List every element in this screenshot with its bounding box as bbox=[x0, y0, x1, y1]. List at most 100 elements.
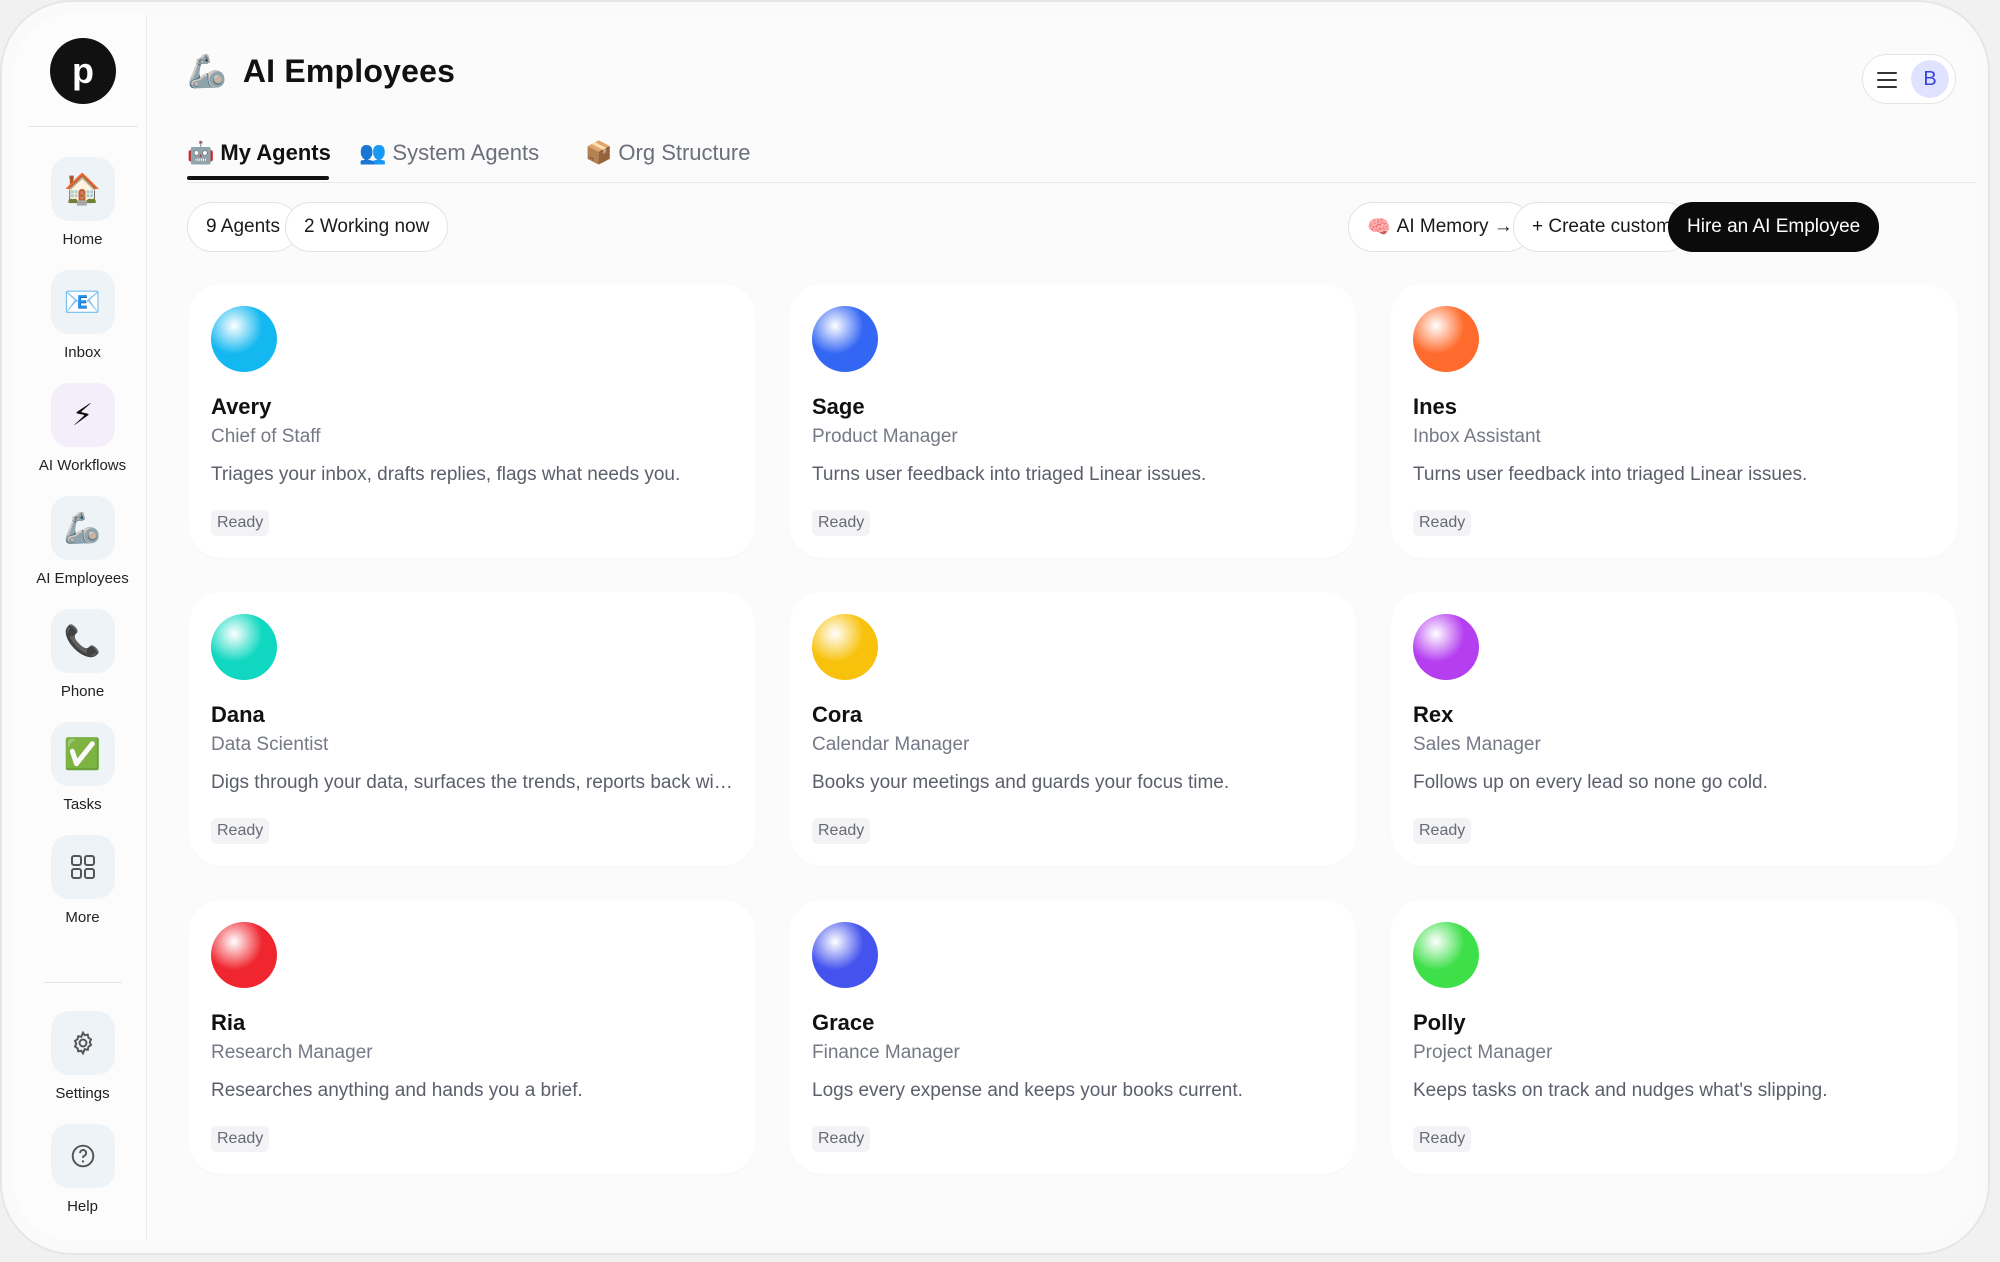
agent-description: Digs through your data, surfaces the tre… bbox=[211, 772, 736, 793]
agent-role: Inbox Assistant bbox=[1413, 426, 1541, 447]
agent-card[interactable]: Ines Inbox Assistant Turns user feedback i… bbox=[1391, 284, 1957, 558]
ai-memory-button[interactable]: 🧠 AI Memory → bbox=[1348, 202, 1532, 252]
agent-card[interactable]: Ria Research Manager Researches anything a… bbox=[189, 900, 755, 1174]
tab-org-structure[interactable]: 📦 Org Structure bbox=[585, 140, 750, 166]
people-icon: 👥 bbox=[359, 140, 387, 165]
sidebar-item-ai-employees[interactable]: 🦾 AI Employees bbox=[14, 496, 151, 587]
tab-bar: 🤖 My Agents 👥 System Agents 📦 Org Struct… bbox=[187, 126, 1976, 183]
sidebar-item-settings[interactable]: Settings bbox=[14, 1011, 151, 1102]
agent-name: Rex bbox=[1413, 702, 1454, 727]
tab-system-agents[interactable]: 👥 System Agents bbox=[359, 140, 539, 166]
agent-name: Cora bbox=[812, 702, 863, 727]
lightning-icon: ⚡ bbox=[50, 383, 115, 447]
agent-role: Calendar Manager bbox=[812, 734, 970, 755]
agent-role: Finance Manager bbox=[812, 1042, 960, 1063]
agent-orb-icon bbox=[1413, 922, 1479, 988]
agent-card[interactable]: Sage Product Manager Turns user feedback i… bbox=[790, 284, 1356, 558]
agent-card[interactable]: Grace Finance Manager Logs every expense a… bbox=[790, 900, 1356, 1174]
help-icon bbox=[50, 1124, 115, 1188]
sidebar-item-phone[interactable]: 📞 Phone bbox=[14, 609, 151, 700]
agent-card[interactable]: Rex Sales Manager Follows up on every lead… bbox=[1391, 592, 1957, 866]
agent-role: Data Scientist bbox=[211, 734, 329, 755]
package-icon: 📦 bbox=[585, 140, 613, 165]
sidebar-item-label: Phone bbox=[60, 683, 105, 700]
agent-description: Turns user feedback into triaged Linear … bbox=[812, 464, 1207, 485]
agent-description: Researches anything and hands you a brie… bbox=[211, 1080, 583, 1101]
robot-icon: 🤖 bbox=[187, 140, 215, 165]
agent-role: Research Manager bbox=[211, 1042, 373, 1063]
agent-description: Books your meetings and guards your focu… bbox=[812, 772, 1230, 793]
hire-ai-employee-button[interactable]: Hire an AI Employee bbox=[1668, 202, 1880, 252]
agent-card[interactable]: Polly Project Manager Keeps tasks on track… bbox=[1391, 900, 1957, 1174]
status-badge: Ready bbox=[1413, 818, 1472, 844]
create-custom-button[interactable]: + Create custom bbox=[1513, 202, 1691, 252]
status-badge: Ready bbox=[211, 510, 270, 536]
agent-description: Turns user feedback into triaged Linear … bbox=[1413, 464, 1808, 485]
app-window: p 🏠 Home 📧 Inbox ⚡ AI Workflows 🦾 AI Emp… bbox=[14, 14, 1976, 1241]
agent-orb-icon bbox=[211, 922, 277, 988]
gear-icon bbox=[50, 1011, 115, 1075]
sidebar: p 🏠 Home 📧 Inbox ⚡ AI Workflows 🦾 AI Emp… bbox=[14, 14, 147, 1241]
brain-icon: 🧠 bbox=[1367, 217, 1391, 238]
agent-description: Follows up on every lead so none go cold… bbox=[1413, 772, 1768, 793]
status-badge: Ready bbox=[812, 818, 871, 844]
sidebar-item-inbox[interactable]: 📧 Inbox bbox=[14, 270, 151, 361]
agent-description: Logs every expense and keeps your books … bbox=[812, 1080, 1243, 1101]
agent-orb-icon bbox=[812, 614, 878, 680]
sidebar-item-label: Tasks bbox=[63, 796, 102, 813]
tab-label: System Agents bbox=[392, 140, 540, 165]
sidebar-item-label: Home bbox=[62, 231, 103, 248]
agent-name: Ria bbox=[211, 1010, 246, 1035]
account-menu-button[interactable]: B bbox=[1862, 54, 1956, 104]
status-badge: Ready bbox=[812, 1126, 871, 1152]
tab-label: My Agents bbox=[220, 140, 331, 165]
house-icon: 🏠 bbox=[50, 157, 115, 221]
sidebar-item-tasks[interactable]: ✅ Tasks bbox=[14, 722, 151, 813]
agent-name: Dana bbox=[211, 702, 265, 727]
agent-orb-icon bbox=[1413, 306, 1479, 372]
status-badge: Ready bbox=[812, 510, 871, 536]
mechanical-arm-icon: 🦾 bbox=[50, 496, 115, 560]
sidebar-item-ai-workflows[interactable]: ⚡ AI Workflows bbox=[14, 383, 151, 474]
app-logo[interactable]: p bbox=[50, 38, 116, 104]
agent-role: Chief of Staff bbox=[211, 426, 321, 447]
app-frame: p 🏠 Home 📧 Inbox ⚡ AI Workflows 🦾 AI Emp… bbox=[0, 0, 1990, 1255]
ai-memory-label: AI Memory → bbox=[1396, 216, 1513, 237]
grid-icon bbox=[50, 835, 115, 899]
agent-name: Ines bbox=[1413, 394, 1458, 419]
main-content: 🦾 AI Employees B 🤖 My Agents 👥 System Ag… bbox=[147, 14, 1976, 1241]
sidebar-item-help[interactable]: Help bbox=[14, 1124, 151, 1215]
checkmark-icon: ✅ bbox=[50, 722, 115, 786]
active-tab-indicator bbox=[187, 176, 329, 180]
envelope-icon: 📧 bbox=[50, 270, 115, 334]
tab-my-agents[interactable]: 🤖 My Agents bbox=[187, 140, 331, 166]
divider bbox=[44, 982, 122, 983]
menu-icon bbox=[1877, 72, 1897, 88]
agent-name: Sage bbox=[812, 394, 865, 419]
sidebar-item-home[interactable]: 🏠 Home bbox=[14, 157, 151, 248]
page-title: AI Employees bbox=[242, 52, 456, 89]
agents-count-badge[interactable]: 9 Agents bbox=[187, 202, 299, 252]
tab-label: Org Structure bbox=[618, 140, 751, 165]
status-badge: Ready bbox=[211, 818, 270, 844]
sidebar-item-label: Help bbox=[67, 1198, 98, 1215]
agent-role: Product Manager bbox=[812, 426, 958, 447]
avatar: B bbox=[1911, 60, 1949, 98]
agent-role: Project Manager bbox=[1413, 1042, 1553, 1063]
agent-orb-icon bbox=[1413, 614, 1479, 680]
sidebar-item-label: AI Workflows bbox=[38, 457, 127, 474]
status-badge: Ready bbox=[1413, 1126, 1472, 1152]
divider bbox=[28, 126, 138, 127]
agent-card[interactable]: Dana Data Scientist Digs through your data… bbox=[189, 592, 755, 866]
agent-role: Sales Manager bbox=[1413, 734, 1541, 755]
page-header: 🦾 AI Employees bbox=[187, 52, 455, 90]
sidebar-item-label: Settings bbox=[55, 1085, 110, 1102]
agent-name: Polly bbox=[1413, 1010, 1466, 1035]
agent-orb-icon bbox=[812, 306, 878, 372]
agent-description: Keeps tasks on track and nudges what's s… bbox=[1413, 1080, 1828, 1101]
working-now-badge[interactable]: 2 Working now bbox=[285, 202, 449, 252]
agent-card[interactable]: Cora Calendar Manager Books your meetings … bbox=[790, 592, 1356, 866]
agent-card[interactable]: Avery Chief of Staff Triages your inbox, d… bbox=[189, 284, 755, 558]
status-badge: Ready bbox=[1413, 510, 1472, 536]
sidebar-item-more[interactable]: More bbox=[14, 835, 151, 926]
